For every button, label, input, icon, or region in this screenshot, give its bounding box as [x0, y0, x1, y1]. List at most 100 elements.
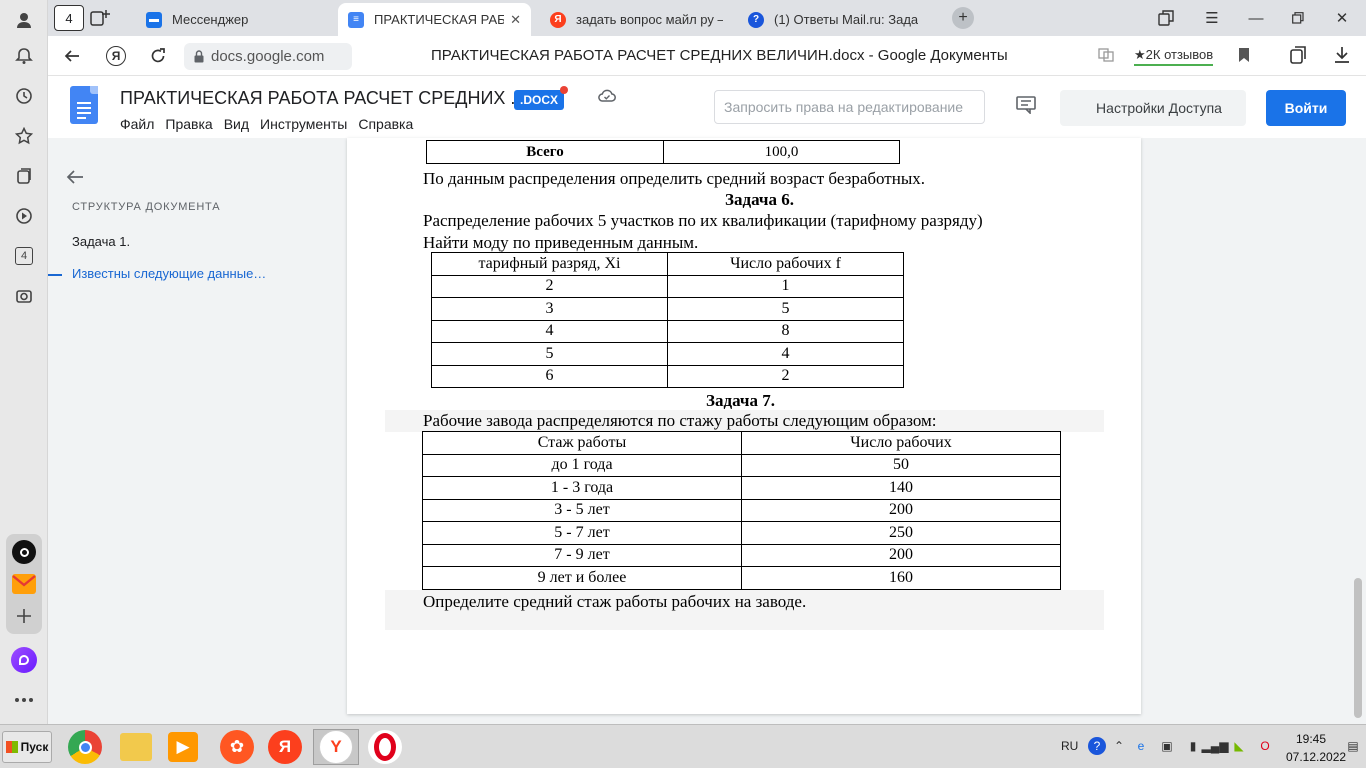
opera-icon[interactable]: [368, 730, 402, 764]
sync-tray-icon[interactable]: ▣: [1158, 737, 1176, 755]
task6-table: тарифный разряд, Xi Число рабочих f 21 3…: [431, 252, 904, 388]
screenshot-camera-icon[interactable]: [8, 280, 40, 312]
media-player-icon[interactable]: ▶: [168, 732, 198, 762]
table-header-cell: Число рабочих: [741, 431, 1061, 455]
menu-view[interactable]: Вид: [224, 116, 249, 132]
cloud-status-icon[interactable]: [598, 89, 616, 107]
reviews-badge[interactable]: ★2К отзывов: [1134, 47, 1214, 66]
collections-icon[interactable]: [8, 160, 40, 192]
tab-messenger[interactable]: ▬ Мессенджер: [136, 3, 330, 36]
battery-tray-icon[interactable]: ▮: [1184, 737, 1202, 755]
request-edit-access-input[interactable]: [714, 90, 985, 124]
docx-notification-dot: [560, 86, 568, 94]
address-bar: Я docs.google.com ПРАКТИЧЕСКАЯ РАБОТА РА…: [48, 36, 1366, 76]
close-tab-icon[interactable]: ✕: [510, 12, 521, 28]
mail-app-icon[interactable]: [8, 568, 40, 600]
reload-icon[interactable]: [146, 44, 170, 68]
tab-count-button[interactable]: 4: [54, 5, 84, 31]
docs-menu-bar: Файл Правка Вид Инструменты Справка: [120, 116, 424, 132]
table-row: 1 - 3 года 140: [422, 476, 1061, 500]
url-domain: docs.google.com: [211, 48, 325, 65]
opera-tray-icon[interactable]: O: [1256, 737, 1274, 755]
tab-yandex-search[interactable]: Я задать вопрос майл ру —: [540, 3, 733, 36]
profile-icon[interactable]: [8, 4, 40, 36]
menu-help[interactable]: Справка: [358, 116, 413, 132]
history-clock-icon[interactable]: [8, 80, 40, 112]
table-cell: 2: [431, 274, 668, 298]
translate-icon[interactable]: [1098, 46, 1116, 64]
chrome-app-icon[interactable]: [68, 730, 102, 764]
table-row: 3 - 5 лет 200: [422, 498, 1061, 522]
file-explorer-icon[interactable]: [120, 733, 152, 761]
browser-menu-icon[interactable]: ☰: [1200, 6, 1224, 30]
alice-assistant-icon[interactable]: [8, 644, 40, 676]
table-row: 54: [431, 342, 904, 366]
notifications-tray-icon[interactable]: ▤: [1344, 737, 1362, 755]
docx-badge[interactable]: .DOCX: [514, 90, 565, 110]
scrollbar-thumb[interactable]: [1354, 578, 1362, 718]
question-icon: ?: [748, 11, 764, 28]
video-play-icon[interactable]: [8, 200, 40, 232]
yandex-browser-icon[interactable]: Y: [319, 730, 353, 764]
previous-task-question: По данным распределения определить средн…: [423, 169, 925, 188]
bookmark-flag-icon[interactable]: [1238, 47, 1250, 68]
alice-app-icon[interactable]: [8, 536, 40, 568]
bookmarks-star-icon[interactable]: [8, 120, 40, 152]
extensions-icon[interactable]: [1288, 45, 1308, 70]
language-indicator[interactable]: RU: [1061, 739, 1078, 753]
minimize-icon[interactable]: —: [1244, 6, 1268, 30]
edge-tray-icon[interactable]: e: [1132, 737, 1150, 755]
tab-mail-answers[interactable]: ? (1) Ответы Mail.ru: Задать: [738, 3, 928, 36]
table-row: 62: [431, 364, 904, 388]
document-page: Всего 100,0 По данным распределения опре…: [347, 138, 1141, 714]
share-settings-button[interactable]: Настройки Доступа: [1060, 90, 1246, 126]
tab-google-docs[interactable]: ≡ ПРАКТИЧЕСКАЯ РАБОТА ✕: [338, 3, 531, 36]
task6-heading: Задача 6.: [725, 190, 794, 209]
downloads-icon[interactable]: [1334, 46, 1350, 69]
table-cell: Всего: [426, 140, 664, 164]
close-window-icon[interactable]: ✕: [1330, 6, 1354, 30]
table-cell: 6: [431, 364, 668, 388]
start-button[interactable]: Пуск: [2, 731, 52, 763]
help-tray-icon[interactable]: ?: [1088, 737, 1106, 755]
yandex-app-icon[interactable]: Я: [268, 730, 302, 764]
flower-app-icon[interactable]: ✿: [220, 730, 254, 764]
menu-tools[interactable]: Инструменты: [260, 116, 347, 132]
notifications-bell-icon[interactable]: [8, 40, 40, 72]
table-cell: 4: [667, 342, 904, 366]
new-tab-plus-icon[interactable]: +: [952, 7, 974, 29]
menu-edit[interactable]: Правка: [165, 116, 212, 132]
more-dots-icon[interactable]: [8, 684, 40, 716]
document-title[interactable]: ПРАКТИЧЕСКАЯ РАБОТА РАСЧЕТ СРЕДНИХ ...: [120, 88, 525, 109]
tab-strip: 4 ▬ Мессенджер ≡ ПРАКТИЧЕСКАЯ РАБОТА ✕ Я…: [48, 0, 1366, 36]
task7-question: Определите средний стаж работы рабочих н…: [423, 592, 807, 611]
restore-window-icon[interactable]: [1286, 6, 1310, 30]
url-field[interactable]: docs.google.com: [184, 43, 352, 70]
table-cell: 8: [667, 319, 904, 343]
outline-back-arrow-icon[interactable]: [66, 168, 84, 191]
clock-time[interactable]: 19:45: [1296, 732, 1326, 746]
menu-file[interactable]: Файл: [120, 116, 154, 132]
network-signal-icon[interactable]: ▂▄▆: [1202, 737, 1229, 755]
tray-arrow-icon[interactable]: ⌃: [1110, 737, 1128, 755]
google-docs-logo-icon[interactable]: [70, 86, 98, 124]
new-tab-group-icon[interactable]: [88, 6, 112, 30]
table-cell: 200: [741, 498, 1061, 522]
outline-item-known-data[interactable]: Известны следующие данные…: [72, 266, 266, 281]
yandex-logo-icon[interactable]: Я: [104, 44, 128, 68]
table-cell: 3: [431, 297, 668, 321]
tabs-count-icon[interactable]: 4: [8, 240, 40, 272]
task7-heading: Задача 7.: [706, 391, 775, 410]
clock-date[interactable]: 07.12.2022: [1286, 750, 1346, 764]
add-app-plus-icon[interactable]: [8, 600, 40, 632]
table-row: 9 лет и более 160: [422, 566, 1061, 590]
outline-item-task1[interactable]: Задача 1.: [72, 234, 130, 249]
table-row: 5 - 7 лет 250: [422, 521, 1061, 545]
table-cell: 3 - 5 лет: [422, 498, 742, 522]
back-arrow-icon[interactable]: [60, 44, 84, 68]
tab-manager-icon[interactable]: [1154, 6, 1178, 30]
sign-in-button[interactable]: Войти: [1266, 90, 1346, 126]
comments-icon[interactable]: [1016, 96, 1036, 119]
table-cell: 1: [667, 274, 904, 298]
nvidia-tray-icon[interactable]: ◣: [1230, 737, 1248, 755]
